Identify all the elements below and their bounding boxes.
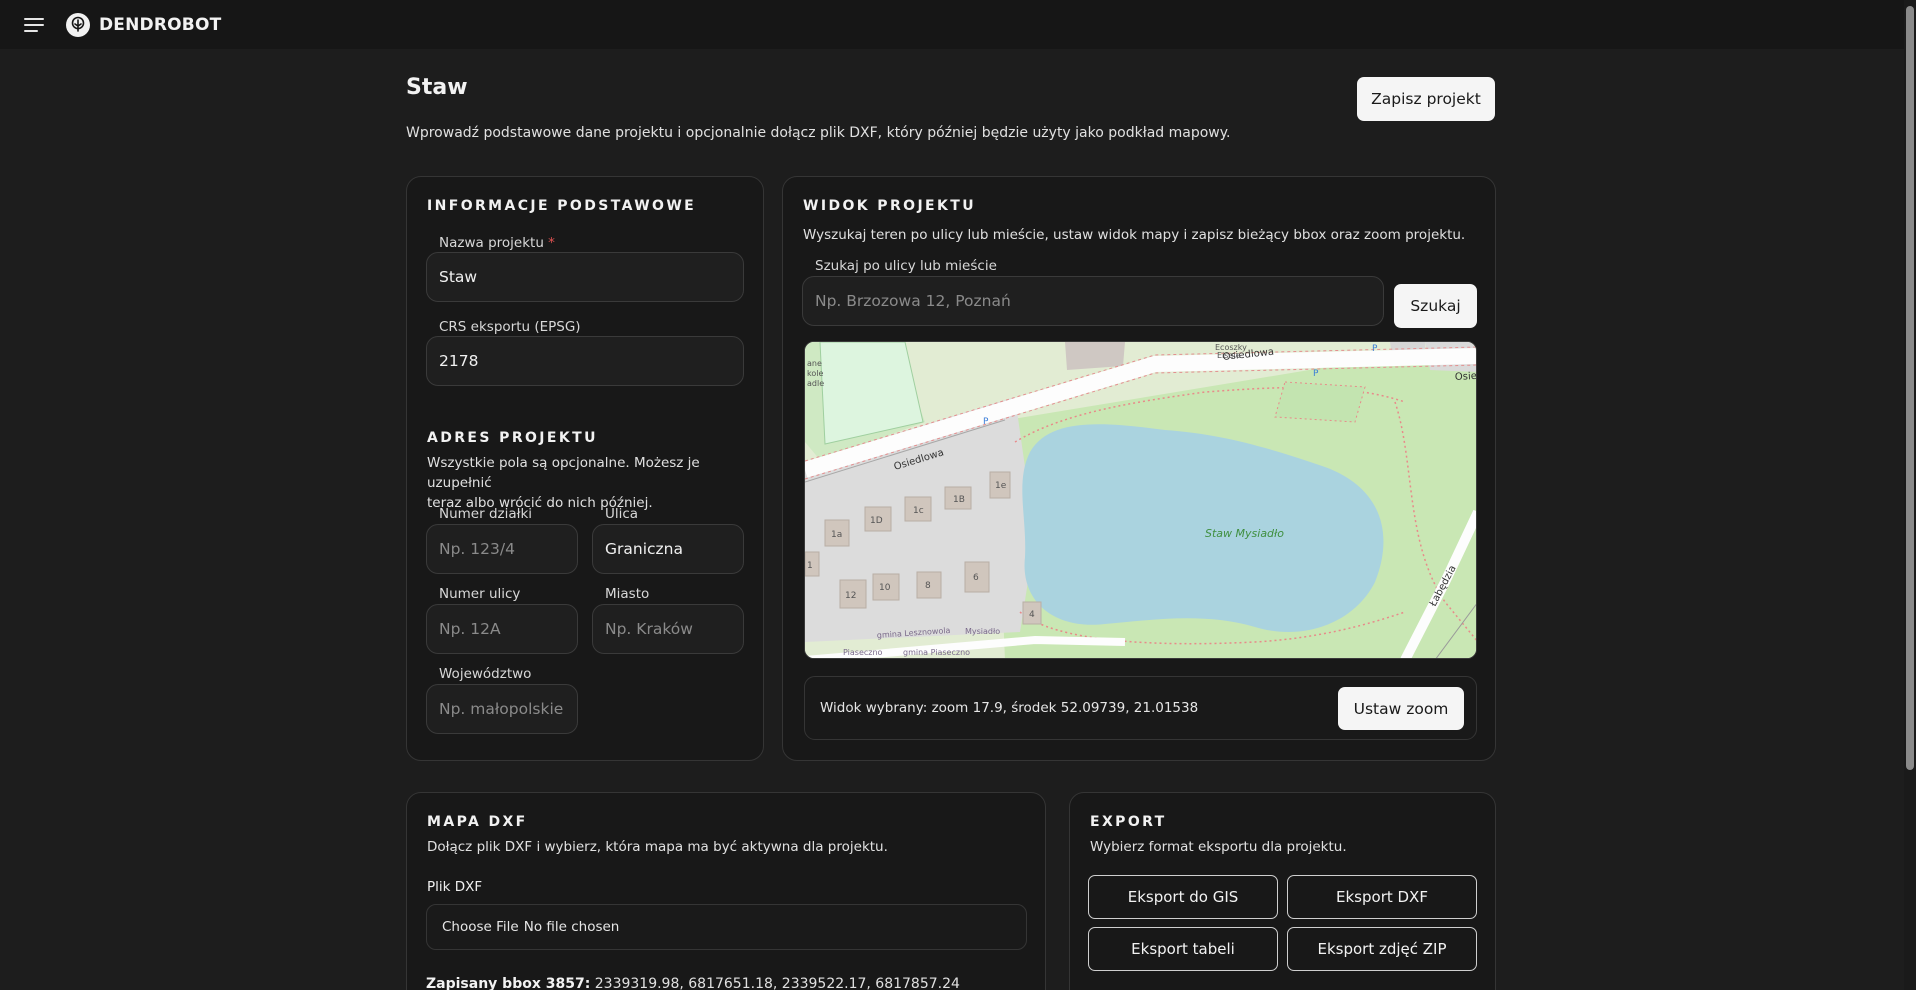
address-subtitle-line-1: Wszystkie pola są opcjonalne. Możesz je … — [427, 455, 700, 491]
export-table-button[interactable]: Eksport tabeli — [1088, 927, 1278, 971]
page-description: Wprowadź podstawowe dane projektu i opcj… — [406, 125, 1231, 141]
project-view-title: WIDOK PROJEKTU — [803, 198, 976, 214]
house-label: 1a — [831, 530, 842, 540]
parcel-label: Numer działki — [439, 506, 533, 522]
map-pond-label: Staw Mysiadło — [1205, 527, 1284, 540]
search-label: Szukaj po ulicy lub mieście — [815, 258, 997, 274]
menu-icon[interactable] — [24, 17, 44, 32]
export-dxf-button[interactable]: Eksport DXF — [1287, 875, 1477, 919]
project-name-input[interactable] — [426, 252, 744, 302]
save-project-button[interactable]: Zapisz projekt — [1357, 77, 1495, 121]
project-name-label-text: Nazwa projektu — [439, 235, 544, 251]
location-search-input[interactable] — [802, 276, 1384, 326]
parking-icon: P — [1313, 369, 1319, 379]
view-status-text: Widok wybrany: zoom 17.9, środek 52.0973… — [820, 700, 1199, 716]
search-button[interactable]: Szukaj — [1394, 284, 1477, 328]
address-title: ADRES PROJEKTU — [427, 430, 598, 446]
street-label: Ulica — [605, 506, 639, 522]
required-marker: * — [548, 235, 555, 251]
address-subtitle: Wszystkie pola są opcjonalne. Możesz je … — [427, 453, 763, 513]
choose-file-button[interactable]: Choose File — [442, 919, 519, 935]
tree-logo-icon — [66, 12, 90, 37]
house-label: 1c — [913, 506, 924, 516]
voivodeship-label: Województwo — [439, 666, 532, 682]
map-boundary-label: Piaseczno — [843, 648, 883, 657]
street-number-input[interactable] — [426, 604, 578, 654]
export-subtitle: Wybierz format eksportu dla projektu. — [1090, 839, 1347, 855]
map-place-label: adle — [807, 379, 824, 388]
basic-info-card: INFORMACJE PODSTAWOWE Nazwa projektu * C… — [406, 176, 764, 761]
parking-icon: P — [983, 417, 989, 427]
view-status-box: Widok wybrany: zoom 17.9, środek 52.0973… — [804, 676, 1477, 740]
house-label: 1 — [807, 561, 813, 571]
project-name-label: Nazwa projektu * — [439, 235, 555, 251]
saved-bbox-label: Zapisany bbox 3857: — [426, 976, 591, 990]
city-label: Miasto — [605, 586, 650, 602]
crs-input[interactable] — [426, 336, 744, 386]
top-bar: DENDROBOT — [0, 0, 1916, 49]
page-title: Staw — [406, 75, 468, 100]
project-map[interactable]: 1a 1D 1c 1B 1e 12 10 8 6 4 1 Osiedlowa O… — [804, 341, 1477, 659]
dxf-title: MAPA DXF — [427, 814, 528, 830]
parcel-input[interactable] — [426, 524, 578, 574]
house-label: 1D — [870, 516, 883, 526]
parking-icon: P — [1372, 344, 1378, 354]
dxf-map-card: MAPA DXF Dołącz plik DXF i wybierz, któr… — [406, 792, 1046, 990]
file-status-text: No file chosen — [523, 919, 620, 935]
set-zoom-button[interactable]: Ustaw zoom — [1338, 687, 1464, 730]
map-place-label: kole — [807, 369, 823, 378]
house-label: 1e — [995, 481, 1007, 491]
house-label: 10 — [879, 583, 891, 593]
house-label: 6 — [973, 573, 979, 583]
dxf-file-input[interactable]: Choose File No file chosen — [426, 904, 1027, 950]
dxf-file-label: Plik DXF — [427, 879, 483, 895]
saved-bbox-value: 2339319.98, 6817651.18, 2339522.17, 6817… — [594, 976, 960, 990]
map-boundary-label: gmina Piaseczno — [903, 648, 970, 657]
house-label: 4 — [1029, 610, 1035, 620]
map-place-label: Eisele — [1217, 351, 1241, 360]
brand-name: DENDROBOT — [99, 14, 222, 35]
map-place-label: ane — [807, 359, 822, 368]
city-input[interactable] — [592, 604, 744, 654]
voivodeship-input[interactable] — [426, 684, 578, 734]
export-card: EXPORT Wybierz format eksportu dla proje… — [1069, 792, 1496, 990]
map-boundary-label: Mysiadło — [965, 627, 1000, 636]
dxf-subtitle: Dołącz plik DXF i wybierz, która mapa ma… — [427, 839, 888, 855]
scrollbar-thumb[interactable] — [1906, 6, 1914, 770]
map-canvas[interactable]: 1a 1D 1c 1B 1e 12 10 8 6 4 1 Osiedlowa O… — [805, 342, 1477, 659]
house-label: 12 — [845, 591, 856, 601]
house-label: 1B — [953, 495, 965, 505]
project-view-card: WIDOK PROJEKTU Wyszukaj teren po ulicy l… — [782, 176, 1496, 761]
street-input[interactable] — [592, 524, 744, 574]
map-street-label: Osie — [1455, 371, 1477, 383]
export-gis-button[interactable]: Eksport do GIS — [1088, 875, 1278, 919]
crs-label: CRS eksportu (EPSG) — [439, 319, 581, 335]
house-label: 8 — [925, 581, 931, 591]
basic-info-title: INFORMACJE PODSTAWOWE — [427, 198, 697, 214]
export-title: EXPORT — [1090, 814, 1167, 830]
export-photos-zip-button[interactable]: Eksport zdjęć ZIP — [1287, 927, 1477, 971]
project-view-subtitle: Wyszukaj teren po ulicy lub mieście, ust… — [803, 227, 1466, 243]
street-number-label: Numer ulicy — [439, 586, 521, 602]
saved-bbox-line: Zapisany bbox 3857: 2339319.98, 6817651.… — [426, 976, 960, 990]
